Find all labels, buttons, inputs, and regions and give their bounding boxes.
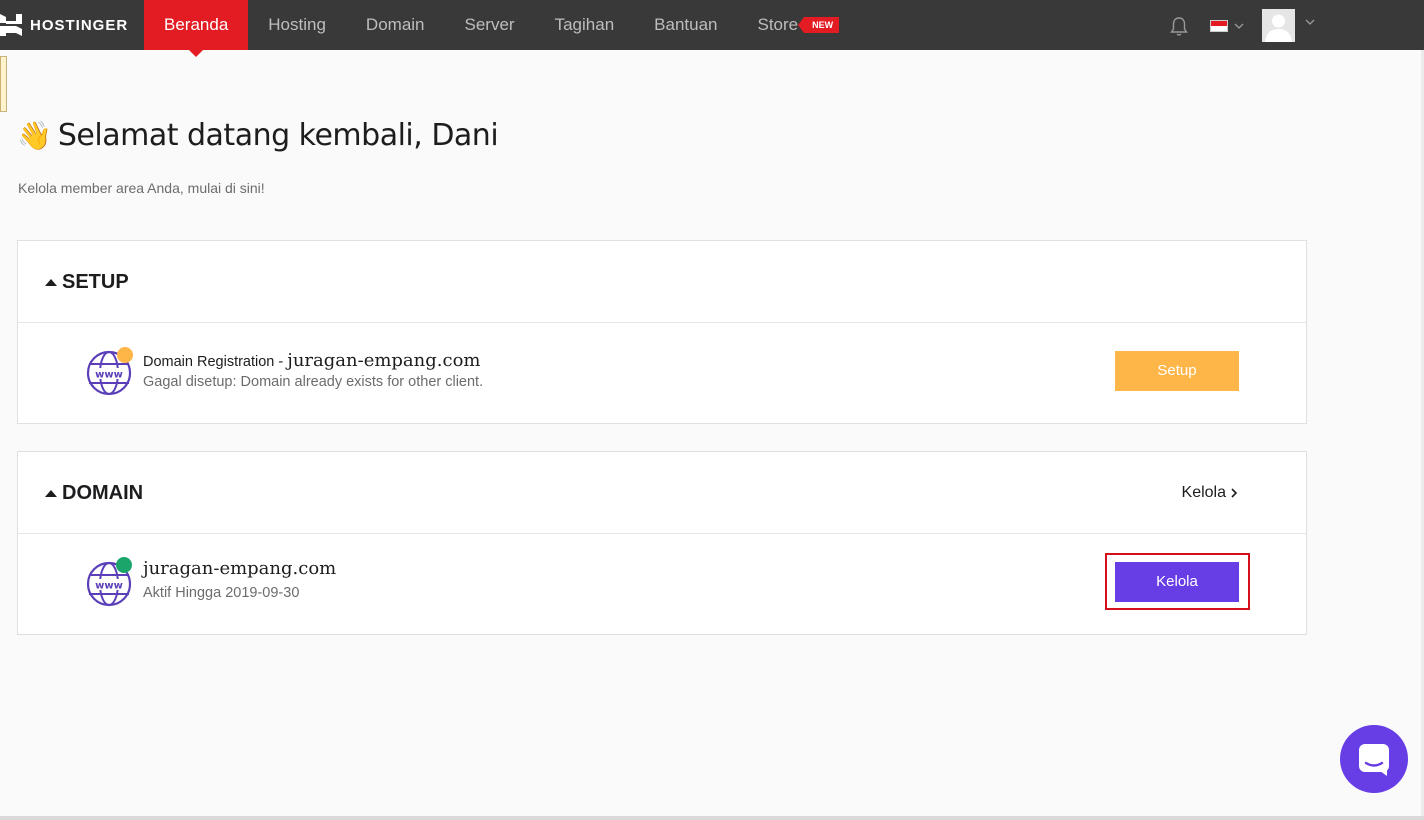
kelola-button[interactable]: Kelola xyxy=(1115,562,1239,602)
nav-item-beranda[interactable]: Beranda xyxy=(144,0,249,57)
flag-icon[interactable] xyxy=(1210,20,1228,32)
manage-link-label: Kelola xyxy=(1181,484,1226,501)
section-heading: DOMAIN xyxy=(62,482,144,504)
new-badge: NEW xyxy=(798,17,840,33)
setup-item-title: Domain Registration - juragan-empang.com xyxy=(143,350,481,371)
setup-button[interactable]: Setup xyxy=(1115,351,1239,391)
domain-card-header[interactable]: DOMAIN Kelola xyxy=(18,452,1306,534)
domain-card-title: DOMAIN xyxy=(45,482,143,505)
domain-item: www juragan-empang.com Aktif Hingga 2019… xyxy=(18,534,1306,634)
user-avatar-icon xyxy=(1262,9,1295,42)
status-dot-warning xyxy=(117,347,133,363)
item-type-label: Domain Registration - xyxy=(143,354,288,370)
nav-item-server[interactable]: Server xyxy=(445,0,535,50)
brand-name: HOSTINGER xyxy=(30,16,129,34)
welcome-header: 👋 Selamat datang kembali, Dani xyxy=(17,118,499,153)
page-subtitle: Kelola member area Anda, mulai di sini! xyxy=(18,180,265,196)
nav-item-domain[interactable]: Domain xyxy=(346,0,445,50)
chevron-down-icon[interactable] xyxy=(1234,21,1244,31)
setup-item: www Domain Registration - juragan-empang… xyxy=(18,323,1306,423)
collapse-triangle-icon[interactable] xyxy=(45,490,57,497)
domain-name: juragan-empang.com xyxy=(287,350,481,371)
side-tab[interactable] xyxy=(0,56,7,112)
nav-label: Store xyxy=(757,15,799,34)
nav-item-tagihan[interactable]: Tagihan xyxy=(535,0,635,50)
brand-logo[interactable]: HOSTINGER xyxy=(0,0,128,50)
section-heading: SETUP xyxy=(62,271,129,293)
nav-item-bantuan[interactable]: Bantuan xyxy=(634,0,737,50)
hostinger-logo-icon xyxy=(0,14,22,36)
chevron-down-icon[interactable] xyxy=(1305,17,1315,27)
nav-label: Bantuan xyxy=(654,15,718,34)
domain-item-status: Aktif Hingga 2019-09-30 xyxy=(143,585,300,601)
setup-card-header[interactable]: SETUP xyxy=(18,241,1306,323)
window-bottom-border xyxy=(0,816,1424,820)
top-navbar: HOSTINGER Beranda Hosting Domain Server … xyxy=(0,0,1424,57)
setup-item-status: Gagal disetup: Domain already exists for… xyxy=(143,374,484,390)
main-nav: Beranda Hosting Domain Server Tagihan Ba… xyxy=(144,0,860,57)
nav-label: Tagihan xyxy=(554,15,615,34)
domain-item-title: juragan-empang.com xyxy=(143,558,336,579)
chevron-right-icon xyxy=(1231,488,1238,498)
svg-text:www: www xyxy=(95,581,123,592)
status-dot-active xyxy=(116,557,132,573)
domain-name: juragan-empang.com xyxy=(143,558,337,579)
domain-card: DOMAIN Kelola www juragan-empang.com Akt… xyxy=(17,451,1307,635)
setup-card-title: SETUP xyxy=(45,271,129,294)
nav-label: Domain xyxy=(365,15,425,34)
nav-item-store[interactable]: Store NEW xyxy=(738,0,860,50)
svg-text:www: www xyxy=(95,370,123,381)
nav-item-hosting[interactable]: Hosting xyxy=(248,0,346,50)
nav-label: Beranda xyxy=(164,15,229,34)
waving-hand-icon: 👋 xyxy=(17,120,52,151)
collapse-triangle-icon[interactable] xyxy=(45,279,57,286)
chat-launcher[interactable] xyxy=(1340,725,1408,793)
bell-icon[interactable] xyxy=(1168,15,1190,37)
manage-domains-link[interactable]: Kelola xyxy=(1182,484,1238,502)
setup-card: SETUP www Domain Registration - juragan-… xyxy=(17,240,1307,424)
nav-label: Server xyxy=(464,15,515,34)
page-title: Selamat datang kembali, Dani xyxy=(57,118,499,153)
nav-label: Hosting xyxy=(268,15,326,34)
chat-bubble-icon xyxy=(1359,744,1389,776)
avatar[interactable] xyxy=(1262,9,1295,42)
